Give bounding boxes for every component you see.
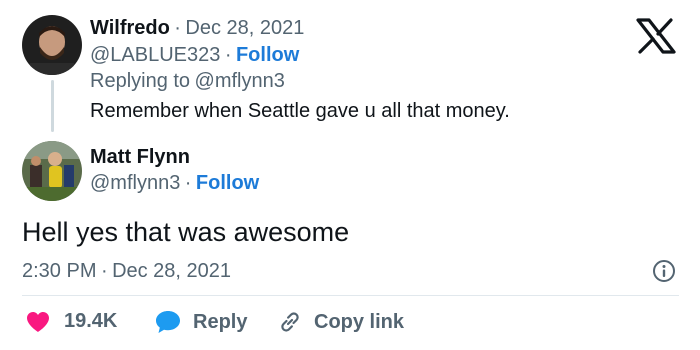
tweet-text: Hell yes that was awesome [22,217,350,247]
x-logo-icon[interactable] [636,18,676,59]
replying-prefix: Replying to [90,70,191,92]
separator-dot: · [224,44,232,66]
separator-dot: · [184,172,192,194]
reply-author-name[interactable]: Wilfredo [90,17,170,39]
reply-handle-row: @LABLUE323 · Follow [90,44,299,67]
info-icon[interactable] [652,259,676,288]
tweet-handle[interactable]: @mflynn3 [90,172,180,194]
separator-dot: · [174,17,181,39]
follow-button[interactable]: Follow [236,44,299,66]
tweet-timestamp[interactable]: 2:30 PM · Dec 28, 2021 [22,260,231,283]
avatar-wilfredo[interactable] [22,15,82,75]
chat-bubble-icon [156,311,180,333]
reply-text: Remember when Seattle gave u all that mo… [90,100,510,122]
reply-button[interactable]: Reply [155,310,247,334]
reply-label: Reply [193,310,248,333]
tweet-author-name[interactable]: Matt Flynn [90,146,190,168]
link-icon [281,312,299,332]
copy-link-label: Copy link [314,310,405,333]
separator-dot: · [100,260,108,282]
tweet-date[interactable]: Dec 28, 2021 [112,260,231,282]
reply-header: Wilfredo · Dec 28, 2021 [90,17,304,40]
follow-button[interactable]: Follow [196,172,259,194]
thread-connector-line [51,80,54,132]
avatar-matt-flynn[interactable] [22,141,82,201]
heart-icon [27,311,49,332]
replying-to: Replying to @mflynn3 [90,70,285,93]
reply-handle[interactable]: @LABLUE323 [90,44,220,66]
tweet-time[interactable]: 2:30 PM [22,260,96,282]
like-button[interactable]: 19.4K [26,310,117,333]
copy-link-button[interactable]: Copy link [278,310,404,334]
tweet-handle-row: @mflynn3 · Follow [90,172,259,195]
divider [22,295,679,296]
tweet-author-name-row: Matt Flynn [90,146,190,169]
reply-date[interactable]: Dec 28, 2021 [185,17,304,39]
like-count: 19.4K [64,310,118,332]
replying-handle[interactable]: @mflynn3 [195,70,285,92]
